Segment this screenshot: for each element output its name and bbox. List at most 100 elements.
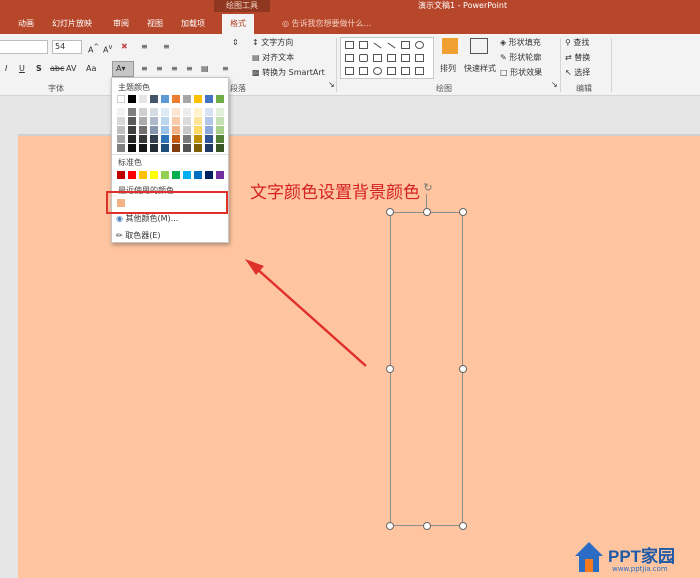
- connector-shape-icon[interactable]: [415, 54, 424, 62]
- shadow-icon[interactable]: S: [36, 62, 42, 76]
- standard-color-swatch[interactable]: [150, 171, 158, 179]
- brace-shape-icon[interactable]: [387, 67, 396, 75]
- arrow-right-shape-icon[interactable]: [345, 67, 354, 75]
- align-center-icon[interactable]: ≡: [156, 62, 163, 76]
- theme-shade-swatch[interactable]: [117, 126, 125, 134]
- standard-color-swatch[interactable]: [183, 171, 191, 179]
- theme-shade-swatch[interactable]: [194, 117, 202, 125]
- resize-handle[interactable]: [386, 208, 394, 216]
- rectangle-shape-icon[interactable]: [345, 54, 354, 62]
- resize-handle[interactable]: [459, 522, 467, 530]
- theme-shade-swatch[interactable]: [150, 108, 158, 116]
- theme-shade-swatch[interactable]: [183, 108, 191, 116]
- drawing-launcher-icon[interactable]: ↘: [551, 78, 558, 92]
- arrow-down-shape-icon[interactable]: [359, 67, 368, 75]
- theme-shade-swatch[interactable]: [161, 126, 169, 134]
- theme-shade-swatch[interactable]: [172, 117, 180, 125]
- standard-color-swatch[interactable]: [172, 171, 180, 179]
- tab-slideshow[interactable]: 幻灯片放映: [52, 14, 92, 34]
- theme-shade-swatch[interactable]: [161, 144, 169, 152]
- theme-shade-swatch[interactable]: [117, 108, 125, 116]
- triangle-shape-icon[interactable]: [373, 54, 382, 62]
- resize-handle[interactable]: [423, 522, 431, 530]
- select-button[interactable]: ↖ 选择: [565, 66, 590, 80]
- justify-icon[interactable]: ≡: [186, 62, 193, 76]
- theme-shade-swatch[interactable]: [128, 126, 136, 134]
- theme-shade-swatch[interactable]: [161, 135, 169, 143]
- theme-shade-swatch[interactable]: [150, 144, 158, 152]
- theme-shade-swatch[interactable]: [150, 117, 158, 125]
- resize-handle[interactable]: [386, 365, 394, 373]
- underline-icon[interactable]: U: [19, 62, 25, 76]
- replace-button[interactable]: ⇄ 替换: [565, 51, 590, 65]
- clear-format-icon[interactable]: ✖: [121, 40, 128, 54]
- shape-fill-button[interactable]: ◈ 形状填充: [500, 36, 541, 50]
- theme-shade-swatch[interactable]: [194, 135, 202, 143]
- quick-styles-button[interactable]: 快速样式: [464, 62, 496, 76]
- shapes-gallery[interactable]: [340, 37, 434, 79]
- resize-handle[interactable]: [423, 208, 431, 216]
- theme-shade-swatch[interactable]: [150, 135, 158, 143]
- theme-shade-swatch[interactable]: [205, 108, 213, 116]
- theme-shade-swatch[interactable]: [139, 126, 147, 134]
- theme-shade-swatch[interactable]: [172, 144, 180, 152]
- theme-shade-swatch[interactable]: [205, 135, 213, 143]
- resize-handle[interactable]: [386, 522, 394, 530]
- brace-shape-icon[interactable]: [401, 67, 410, 75]
- change-case-icon[interactable]: Aa: [86, 62, 96, 76]
- bullets-icon[interactable]: ≡: [141, 40, 148, 54]
- theme-shade-swatch[interactable]: [117, 144, 125, 152]
- theme-shade-swatch[interactable]: [139, 108, 147, 116]
- theme-color-swatch[interactable]: [183, 95, 191, 103]
- text-direction-button[interactable]: ↕ 文字方向: [252, 36, 293, 50]
- theme-shade-swatch[interactable]: [128, 135, 136, 143]
- textbox-shape-icon[interactable]: [345, 41, 354, 49]
- theme-color-swatch[interactable]: [117, 95, 125, 103]
- slide-title-text[interactable]: 文字颜色设置背景颜色: [250, 178, 420, 203]
- distributed-icon[interactable]: ▤: [201, 62, 209, 76]
- theme-shade-swatch[interactable]: [139, 117, 147, 125]
- eyedropper-item[interactable]: ✏ 取色器(E): [116, 230, 161, 241]
- theme-shade-swatch[interactable]: [183, 117, 191, 125]
- resize-handle[interactable]: [459, 208, 467, 216]
- align-text-button[interactable]: ▤ 对齐文本: [252, 51, 294, 65]
- selected-textbox[interactable]: [390, 212, 463, 526]
- theme-shade-swatch[interactable]: [183, 135, 191, 143]
- lshape-icon[interactable]: [387, 54, 396, 62]
- theme-shade-swatch[interactable]: [216, 135, 224, 143]
- theme-shade-swatch[interactable]: [161, 108, 169, 116]
- theme-color-swatch[interactable]: [205, 95, 213, 103]
- theme-shade-swatch[interactable]: [128, 117, 136, 125]
- theme-color-swatch[interactable]: [161, 95, 169, 103]
- theme-shade-swatch[interactable]: [183, 126, 191, 134]
- font-name-box[interactable]: [0, 40, 48, 54]
- line-spacing-icon[interactable]: ⇕: [232, 36, 239, 50]
- italic-icon[interactable]: I: [5, 62, 7, 76]
- font-color-button[interactable]: A▾: [112, 61, 134, 77]
- align-right-icon[interactable]: ≡: [171, 62, 178, 76]
- char-spacing-icon[interactable]: AV: [66, 62, 76, 76]
- columns-icon[interactable]: ≡: [222, 62, 229, 76]
- paragraph-launcher-icon[interactable]: ↘: [328, 78, 335, 92]
- theme-shade-swatch[interactable]: [216, 126, 224, 134]
- align-left-icon[interactable]: ≡: [141, 62, 148, 76]
- tell-me-search[interactable]: ◎ 告诉我您想要做什么...: [282, 14, 371, 34]
- standard-color-swatch[interactable]: [117, 171, 125, 179]
- theme-shade-swatch[interactable]: [205, 117, 213, 125]
- standard-color-swatch[interactable]: [194, 171, 202, 179]
- theme-shade-swatch[interactable]: [183, 144, 191, 152]
- tab-animations[interactable]: 动画: [18, 14, 34, 34]
- theme-shade-swatch[interactable]: [216, 144, 224, 152]
- theme-shade-swatch[interactable]: [117, 135, 125, 143]
- theme-color-swatch[interactable]: [194, 95, 202, 103]
- theme-color-swatch[interactable]: [172, 95, 180, 103]
- shape-outline-button[interactable]: ✎ 形状轮廓: [500, 51, 541, 65]
- theme-shade-swatch[interactable]: [139, 144, 147, 152]
- shape-effects-button[interactable]: □ 形状效果: [500, 66, 542, 80]
- arrange-icon[interactable]: [442, 38, 458, 54]
- rectangle-shape-icon[interactable]: [401, 41, 410, 49]
- connector-shape-icon[interactable]: [401, 54, 410, 62]
- arrange-button[interactable]: 排列: [440, 62, 456, 76]
- find-button[interactable]: ⚲ 查找: [565, 36, 589, 50]
- grow-font-icon[interactable]: A^: [88, 40, 99, 58]
